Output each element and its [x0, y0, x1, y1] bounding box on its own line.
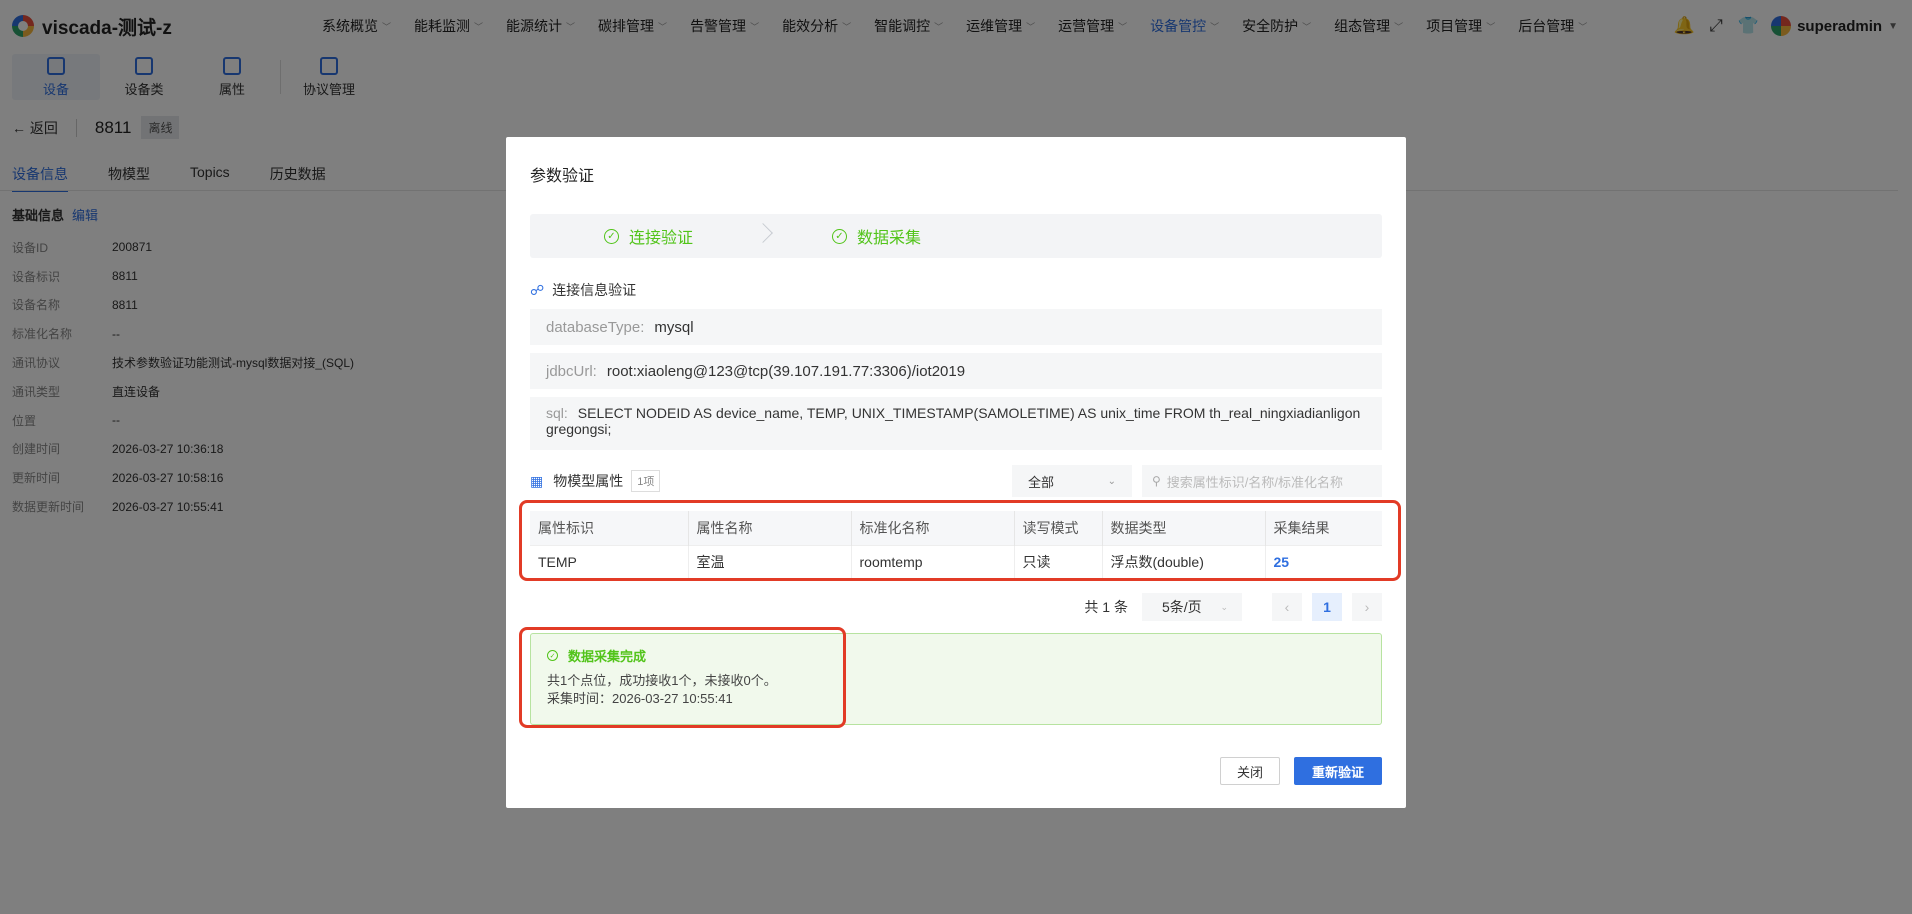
close-button[interactable]: 关闭 [1220, 757, 1280, 785]
properties-count-badge: 1项 [631, 470, 661, 492]
sql-field: sql: SELECT NODEID AS device_name, TEMP, … [530, 397, 1382, 450]
page-button-current[interactable]: 1 [1312, 593, 1342, 621]
grid-icon: ▦ [530, 472, 544, 489]
search-icon: ⚲ [1152, 474, 1161, 488]
check-circle-icon: ✓ [604, 228, 619, 244]
property-search-input[interactable]: ⚲ 搜索属性标识/名称/标准化名称 [1142, 465, 1382, 497]
revalidate-button[interactable]: 重新验证 [1294, 757, 1382, 785]
page-size-select[interactable]: 5条/页 ⌄ [1142, 593, 1242, 621]
highlight-box-table [519, 500, 1401, 581]
chevron-down-icon: ⌄ [1107, 475, 1116, 487]
dialog-title: 参数验证 [530, 168, 595, 185]
link-icon: ☍ [530, 281, 545, 298]
next-page-button[interactable]: › [1352, 593, 1382, 621]
properties-title: 物模型属性 [553, 473, 624, 489]
step-data-collection: ✓ 数据采集 [832, 224, 921, 248]
jdbc-url-field: jdbcUrl: root:xiaoleng@123@tcp(39.107.19… [530, 353, 1382, 389]
connection-section-title: ☍ 连接信息验证 [530, 281, 637, 299]
chevron-right-icon [753, 223, 773, 243]
database-type-field: databaseType: mysql [530, 309, 1382, 345]
property-filter-select[interactable]: 全部 ⌄ [1012, 465, 1132, 497]
check-circle-icon: ✓ [832, 228, 847, 244]
pagination: 共 1 条 5条/页 ⌄ ‹ 1 › [530, 592, 1382, 622]
pagination-total: 共 1 条 [1084, 599, 1128, 615]
steps-bar: ✓ 连接验证 ✓ 数据采集 [530, 214, 1382, 258]
step-connection: ✓ 连接验证 [604, 224, 693, 248]
chevron-down-icon: ⌄ [1220, 601, 1228, 612]
highlight-box-result [519, 627, 846, 728]
prev-page-button[interactable]: ‹ [1272, 593, 1302, 621]
